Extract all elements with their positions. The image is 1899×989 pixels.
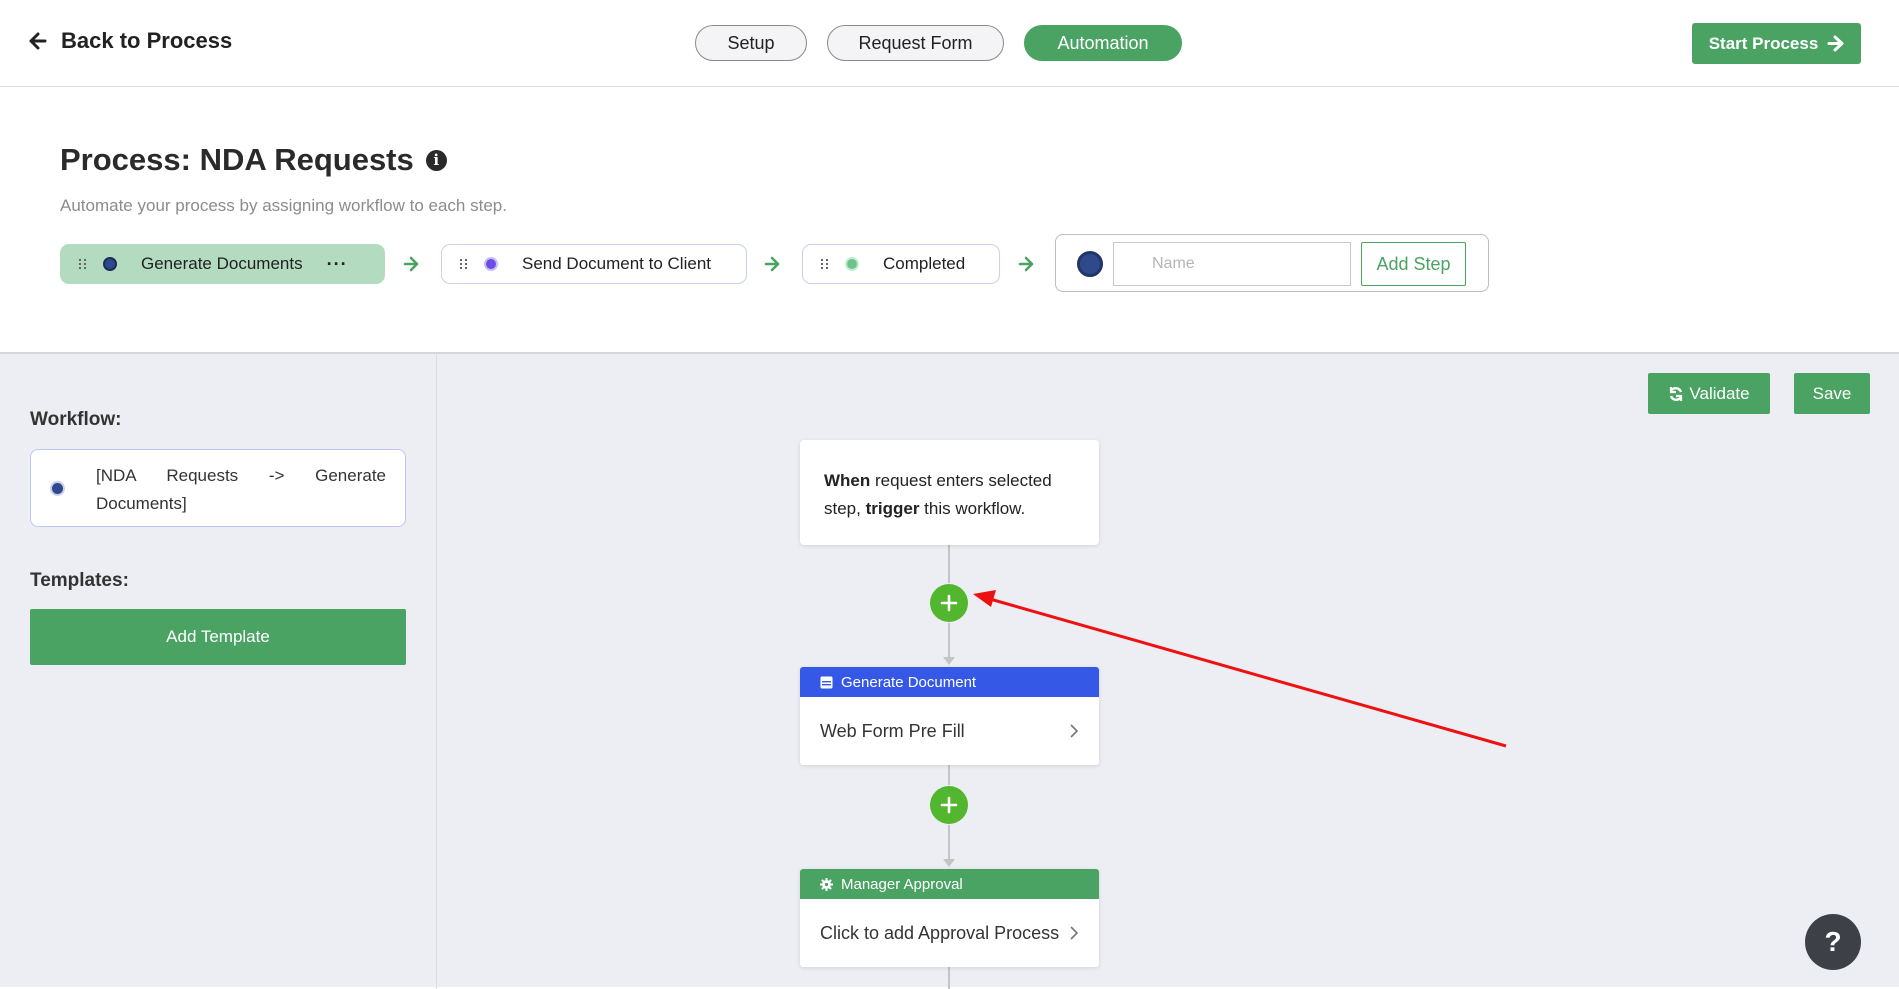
step-generate-documents[interactable]: Generate Documents ··· <box>60 244 385 284</box>
start-process-button[interactable]: Start Process <box>1692 23 1861 64</box>
arrow-left-icon <box>29 32 47 50</box>
connector-arrow <box>943 859 955 867</box>
page-title-text: Process: NDA Requests <box>60 142 414 177</box>
step-name-input[interactable] <box>1113 242 1351 286</box>
connector-arrow <box>943 657 955 665</box>
connector-line <box>948 765 950 785</box>
step-status-dot <box>103 257 117 271</box>
validate-button[interactable]: Validate <box>1648 373 1770 414</box>
tab-setup[interactable]: Setup <box>695 25 807 61</box>
arrow-right-icon <box>1827 35 1844 52</box>
start-process-label: Start Process <box>1708 33 1819 53</box>
page-subtitle: Automate your process by assigning workf… <box>60 196 507 215</box>
chevron-right-icon <box>1070 724 1079 738</box>
drag-handle-icon[interactable] <box>821 259 829 269</box>
trigger-when: When <box>824 471 871 490</box>
add-action-button[interactable] <box>930 584 968 622</box>
templates-heading: Templates: <box>30 570 129 591</box>
top-bar: Back to Process Setup Request Form Autom… <box>0 0 1899 87</box>
save-button[interactable]: Save <box>1794 373 1870 414</box>
add-template-button[interactable]: Add Template <box>30 609 406 665</box>
add-step-button[interactable]: Add Step <box>1361 242 1466 286</box>
arrow-right-icon <box>764 256 780 272</box>
card-body-label: Web Form Pre Fill <box>820 720 965 741</box>
trigger-text-2: this workflow. <box>919 499 1026 518</box>
arrow-right-icon <box>1018 256 1034 272</box>
workflow-status-dot <box>50 481 65 496</box>
sidebar: Workflow: [NDA Requests -> Generate Docu… <box>0 354 437 989</box>
info-icon[interactable]: i <box>425 149 447 171</box>
card-header: Manager Approval <box>800 869 1099 899</box>
drag-handle-icon[interactable] <box>460 259 468 269</box>
connector-line <box>948 967 950 989</box>
connector-line <box>948 623 950 657</box>
workflow-item[interactable]: [NDA Requests -> Generate Documents] <box>30 449 406 527</box>
workflow-editor: Workflow: [NDA Requests -> Generate Docu… <box>0 352 1899 989</box>
trigger-card: When request enters selected step, trigg… <box>800 440 1099 545</box>
color-picker[interactable] <box>1077 251 1103 277</box>
step-status-dot <box>484 257 498 271</box>
new-step-form: Add Step <box>1055 234 1489 292</box>
plus-icon <box>940 594 958 612</box>
card-body-label: Click to add Approval Process <box>820 922 1060 943</box>
plus-icon <box>940 796 958 814</box>
add-action-button[interactable] <box>930 786 968 824</box>
step-send-document-to-client[interactable]: Send Document to Client <box>441 244 747 284</box>
step-label: Completed <box>883 254 966 273</box>
step-label: Generate Documents <box>141 254 303 273</box>
card-header: Generate Document <box>800 667 1099 697</box>
manager-approval-card[interactable]: Manager Approval Click to add Approval P… <box>800 869 1099 967</box>
page-title: Process: NDA Requests i <box>60 142 447 178</box>
card-body[interactable]: Web Form Pre Fill <box>800 697 1099 765</box>
back-label: Back to Process <box>61 28 233 53</box>
more-options-icon[interactable]: ··· <box>327 255 348 273</box>
workflow-heading: Workflow: <box>30 409 122 430</box>
chevron-right-icon <box>1070 926 1079 940</box>
gear-icon <box>820 877 833 891</box>
back-to-process-link[interactable]: Back to Process <box>29 28 232 54</box>
document-icon <box>820 676 833 688</box>
card-header-label: Manager Approval <box>841 875 963 893</box>
tab-request-form[interactable]: Request Form <box>827 25 1004 61</box>
step-label: Send Document to Client <box>522 254 711 273</box>
card-header-label: Generate Document <box>841 673 977 691</box>
connector-line <box>948 545 950 583</box>
validate-label: Validate <box>1689 383 1750 403</box>
workflow-item-label: [NDA Requests -> Generate Documents] <box>96 466 386 513</box>
drag-handle-icon[interactable] <box>79 259 87 269</box>
step-completed[interactable]: Completed <box>802 244 1000 284</box>
generate-document-card[interactable]: Generate Document Web Form Pre Fill <box>800 667 1099 765</box>
step-status-dot <box>845 257 859 271</box>
help-button[interactable]: ? <box>1805 914 1861 970</box>
connector-line <box>948 825 950 859</box>
trigger-word: trigger <box>865 499 920 518</box>
tab-bar: Setup Request Form Automation <box>695 25 1202 61</box>
card-body[interactable]: Click to add Approval Process <box>800 899 1099 967</box>
tab-automation[interactable]: Automation <box>1024 25 1182 61</box>
arrow-right-icon <box>403 256 419 272</box>
refresh-icon <box>1670 386 1683 401</box>
